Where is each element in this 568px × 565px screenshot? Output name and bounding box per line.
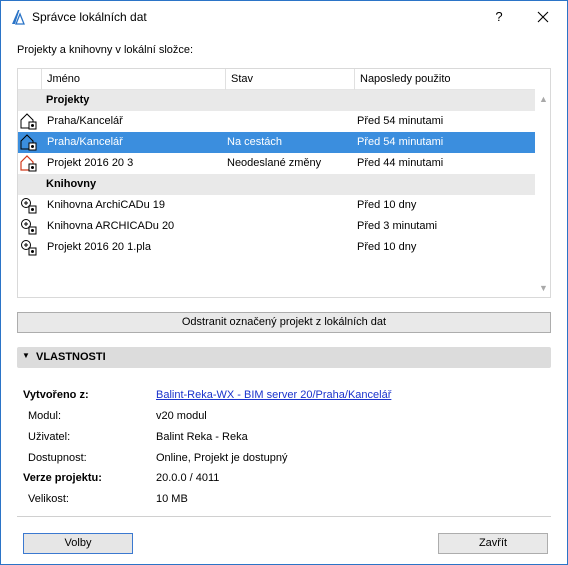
project-house-icon [18,132,40,153]
availability-value: Online, Projekt je dostupný [156,452,288,464]
local-data-manager-dialog: Správce lokálních dat ? Projekty a kniho… [0,0,568,565]
projects-libraries-table: Jméno Stav Naposledy použito Projekty Pr… [17,68,551,298]
column-header-last-used[interactable]: Naposledy použito [354,69,535,90]
properties-section-toggle[interactable]: ▼ VLASTNOSTI [17,347,551,368]
group-row-libraries[interactable]: Knihovny [18,174,535,195]
remove-project-button[interactable]: Odstranit označený projekt z lokálních d… [17,312,551,333]
project-house-red-icon [18,153,40,174]
version-label: Verze projektu: [23,472,102,484]
table-row[interactable]: Projekt 2016 20 3 Neodeslané změny Před … [18,153,535,174]
created-from-label: Vytvořeno z: [23,389,89,401]
row-name: Praha/Kancelář [47,136,123,148]
title-bar: Správce lokálních dat ? [1,1,567,33]
row-status: Na cestách [227,136,283,148]
library-icon [18,195,40,216]
row-last-used: Před 54 minutami [357,115,444,127]
close-window-button[interactable] [533,7,553,27]
help-button[interactable]: ? [489,7,509,27]
group-label: Knihovny [46,178,97,190]
row-status: Neodeslané změny [227,157,322,169]
row-last-used: Před 3 minutami [357,220,438,232]
properties-title: VLASTNOSTI [36,351,106,363]
availability-label: Dostupnost: [28,452,87,464]
group-label: Projekty [46,94,90,106]
close-icon [537,11,549,23]
row-last-used: Před 44 minutami [357,157,444,169]
column-header-status[interactable]: Stav [225,69,355,90]
row-last-used: Před 10 dny [357,241,417,253]
chevron-up-icon[interactable]: ▲ [538,94,549,105]
row-name: Knihovna ARCHICADu 20 [47,220,175,232]
user-value: Balint Reka - Reka [156,431,248,443]
row-last-used: Před 54 minutami [357,136,444,148]
close-button[interactable]: Zavřít [438,533,548,554]
divider [17,516,551,517]
row-last-used: Před 10 dny [357,199,417,211]
project-house-icon [18,111,40,132]
table-row[interactable]: Knihovna ArchiCADu 19 Před 10 dny [18,195,535,216]
column-header-name[interactable]: Jméno [41,69,226,90]
row-name: Praha/Kancelář [47,115,123,127]
row-name: Projekt 2016 20 3 [47,157,134,169]
size-label: Velikost: [28,493,69,505]
options-button[interactable]: Volby [23,533,133,554]
table-scrollbar[interactable]: ▲ ▼ [536,90,550,297]
archicad-logo-icon [12,10,25,25]
user-label: Uživatel: [28,431,71,443]
section-label: Projekty a knihovny v lokální složce: [17,44,194,56]
row-name: Knihovna ArchiCADu 19 [47,199,166,211]
library-icon [18,216,40,237]
table-row[interactable]: Projekt 2016 20 1.pla Před 10 dny [18,237,535,258]
version-value: 20.0.0 / 4011 [156,472,220,484]
table-row[interactable]: Praha/Kancelář Před 54 minutami [18,111,535,132]
size-value: 10 MB [156,493,188,505]
chevron-down-icon[interactable]: ▼ [538,283,549,294]
window-title: Správce lokálních dat [32,10,147,24]
table-row-selected[interactable]: Praha/Kancelář Na cestách Před 54 minuta… [18,132,535,153]
table-header: Jméno Stav Naposledy použito [18,69,535,90]
module-label: Modul: [28,410,62,422]
row-name: Projekt 2016 20 1.pla [47,241,151,253]
module-value: v20 modul [156,410,207,422]
triangle-down-icon: ▼ [22,351,30,360]
group-row-projects[interactable]: Projekty [18,90,535,111]
library-icon [18,237,40,258]
table-row[interactable]: Knihovna ARCHICADu 20 Před 3 minutami [18,216,535,237]
created-from-link[interactable]: Balint-Reka-WX - BIM server 20/Praha/Kan… [156,389,391,401]
